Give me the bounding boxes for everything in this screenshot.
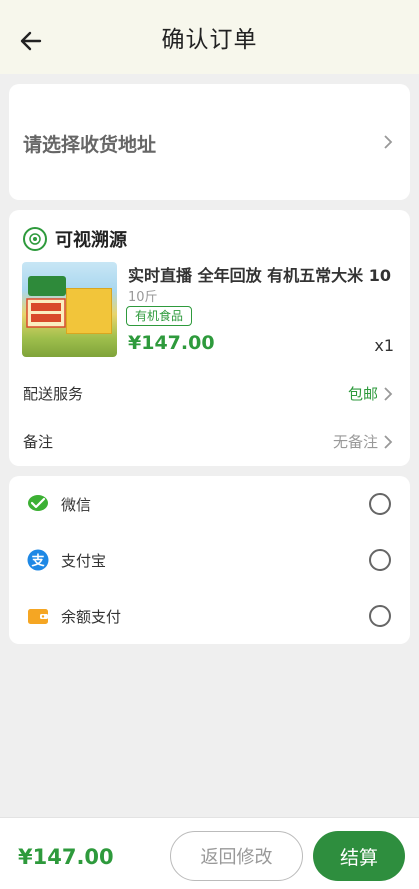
- payment-label: 支付宝: [61, 551, 107, 570]
- payment-option-alipay[interactable]: 支 支付宝: [9, 532, 410, 588]
- payment-option-wechat[interactable]: 微信: [9, 476, 410, 532]
- shop-logo-icon: [23, 227, 47, 251]
- wallet-icon: [27, 605, 49, 627]
- edit-order-button[interactable]: 返回修改: [170, 831, 303, 881]
- payment-label: 余额支付: [61, 607, 122, 626]
- delivery-label: 配送服务: [23, 385, 84, 403]
- alipay-icon: 支: [27, 549, 49, 571]
- chevron-right-icon: [384, 135, 393, 149]
- total-price: ¥147.00: [18, 845, 114, 869]
- address-placeholder: 请选择收货地址: [23, 134, 157, 156]
- order-confirm-page: 确认订单 请选择收货地址 可视溯源 实时直播 全年回放 有机五常大米 10 10…: [0, 0, 419, 889]
- payment-option-balance[interactable]: 余额支付: [9, 588, 410, 644]
- back-button[interactable]: [14, 24, 48, 58]
- chevron-right-icon[interactable]: [382, 386, 394, 402]
- svg-text:支: 支: [30, 553, 45, 569]
- arrow-left-icon: [20, 31, 42, 51]
- product-title[interactable]: 实时直播 全年回放 有机五常大米 10: [128, 262, 398, 286]
- payment-radio[interactable]: [369, 549, 391, 571]
- checkout-bar: ¥147.00 返回修改 结算: [0, 817, 419, 889]
- delivery-value[interactable]: 包邮: [348, 383, 378, 404]
- header: 确认订单: [0, 0, 419, 74]
- remark-value[interactable]: 无备注: [333, 431, 378, 452]
- checkout-button[interactable]: 结算: [313, 831, 405, 881]
- chevron-right-icon[interactable]: [382, 434, 394, 450]
- page-title: 确认订单: [161, 27, 258, 53]
- organic-badge: 有机食品: [126, 306, 193, 326]
- shop-header: 可视溯源: [23, 226, 127, 252]
- payment-label: 微信: [61, 495, 92, 514]
- payment-radio[interactable]: [369, 493, 391, 515]
- product-price: ¥147.00: [128, 332, 215, 354]
- wechat-icon: [27, 493, 49, 515]
- address-selector[interactable]: 请选择收货地址: [9, 84, 410, 200]
- product-quantity: x1: [374, 336, 394, 355]
- remark-label: 备注: [23, 433, 54, 451]
- product-image[interactable]: [22, 262, 117, 357]
- payment-methods: 微信 支 支付宝 余额支付: [9, 476, 410, 644]
- shop-name: 可视溯源: [55, 230, 127, 251]
- payment-radio[interactable]: [369, 605, 391, 627]
- product-spec: 10斤: [128, 290, 158, 305]
- order-card: 可视溯源 实时直播 全年回放 有机五常大米 10 10斤 有机食品 ¥147.0…: [9, 210, 410, 466]
